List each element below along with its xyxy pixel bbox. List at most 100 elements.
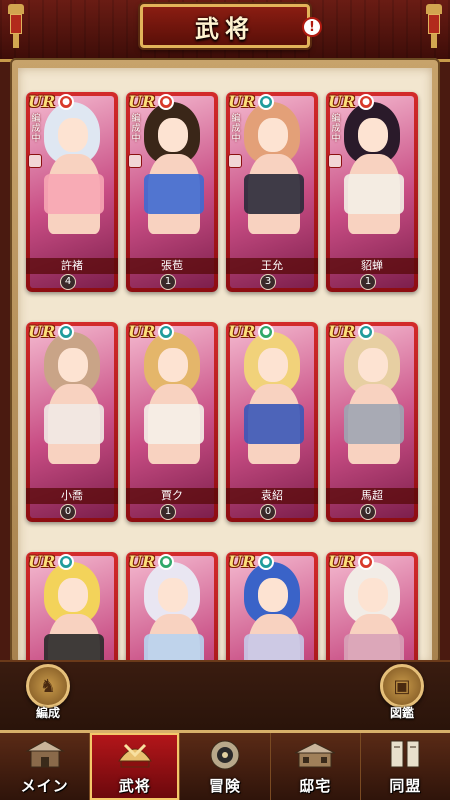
unit-type-icon: ● <box>58 94 74 110</box>
portrait-face <box>258 578 288 612</box>
general-name: 賈ク <box>126 488 218 504</box>
nav-item-mansion[interactable]: 邸宅 <box>271 733 361 800</box>
awakening-level-badge: 1 <box>360 274 376 290</box>
formation-marker-icon <box>328 154 342 168</box>
unit-type-icon: ● <box>358 554 374 570</box>
mansion-icon <box>294 742 336 768</box>
unit-type-icon: ● <box>258 324 274 340</box>
in-formation-label: 編成中 <box>331 114 341 144</box>
nav-label: 邸宅 <box>299 777 332 795</box>
portrait-face <box>358 118 388 152</box>
rarity-badge: UR <box>28 322 56 341</box>
general-name: 馬超 <box>326 488 418 504</box>
formation-button[interactable]: ♞ <box>26 664 70 708</box>
nav-item-main[interactable]: メイン <box>0 733 91 800</box>
top-bar: 武将 ! <box>0 0 450 62</box>
formation-marker-icon <box>228 154 242 168</box>
general-card[interactable]: UR ● <box>326 552 418 664</box>
portrait-outfit <box>244 174 304 214</box>
portrait-face <box>158 578 188 612</box>
general-name: 王允 <box>226 258 318 274</box>
rarity-badge: UR <box>328 92 356 111</box>
castle-gate-icon <box>24 740 65 768</box>
general-card[interactable]: UR ● 賈ク 1 <box>126 322 218 522</box>
rarity-badge: UR <box>128 92 156 111</box>
general-portrait <box>30 556 114 664</box>
horse-icon: ♞ <box>39 675 57 697</box>
general-card[interactable]: UR ● <box>26 552 118 664</box>
awakening-level-badge: 0 <box>360 504 376 520</box>
portrait-face <box>58 578 88 612</box>
nav-item-generals[interactable]: 武将 <box>90 733 181 800</box>
rarity-badge: UR <box>28 552 56 571</box>
portrait-face <box>158 348 188 382</box>
rarity-badge: UR <box>228 552 256 571</box>
general-name: 袁紹 <box>226 488 318 504</box>
unit-type-icon: ● <box>358 94 374 110</box>
portrait-outfit <box>244 404 304 444</box>
portrait-face <box>258 118 288 152</box>
portrait-face <box>358 348 388 382</box>
unit-type-icon: ● <box>158 324 174 340</box>
general-card[interactable]: UR ● 編成中 王允 3 <box>226 92 318 292</box>
rarity-badge: UR <box>228 92 256 111</box>
encyclopedia-button[interactable]: ▣ <box>380 664 424 708</box>
unit-type-icon: ● <box>258 554 274 570</box>
general-card[interactable]: UR ● 小喬 0 <box>26 322 118 522</box>
screen-title-plate: 武将 <box>140 4 310 48</box>
general-card[interactable]: UR ● <box>226 552 318 664</box>
samurai-helmet-icon <box>117 743 152 768</box>
awakening-level-badge: 1 <box>160 504 176 520</box>
lantern-decoration-icon <box>8 4 24 50</box>
portrait-face <box>58 118 88 152</box>
portrait-face <box>258 348 288 382</box>
general-card-grid: UR ● 編成中 許褚 4 UR ● 編成中 張苞 1 UR ● 編成中 王允 … <box>26 92 426 664</box>
awakening-level-badge: 3 <box>260 274 276 290</box>
unit-type-icon: ● <box>158 554 174 570</box>
portrait-outfit <box>344 404 404 444</box>
screen-title: 武将 <box>195 13 255 43</box>
general-card[interactable]: UR ● <box>126 552 218 664</box>
in-formation-label: 編成中 <box>31 114 41 144</box>
awakening-level-badge: 4 <box>60 274 76 290</box>
portrait-face <box>58 348 88 382</box>
cards-icon: ▣ <box>393 675 411 697</box>
portrait-outfit <box>144 174 204 214</box>
general-card[interactable]: UR ● 馬超 0 <box>326 322 418 522</box>
bottom-nav: メイン 武将 冒険 邸宅 同盟 <box>0 730 450 800</box>
rarity-badge: UR <box>228 322 256 341</box>
nav-item-adventure[interactable]: 冒険 <box>180 733 271 800</box>
unit-type-icon: ● <box>158 94 174 110</box>
awakening-level-badge: 0 <box>60 504 76 520</box>
rarity-badge: UR <box>128 552 156 571</box>
compass-icon <box>210 740 240 770</box>
general-portrait <box>330 556 414 664</box>
general-card[interactable]: UR ● 編成中 張苞 1 <box>126 92 218 292</box>
in-formation-label: 編成中 <box>131 114 141 144</box>
awakening-level-badge: 1 <box>160 274 176 290</box>
general-portrait <box>130 556 214 664</box>
unit-type-icon: ● <box>58 554 74 570</box>
general-card[interactable]: UR ● 袁紹 0 <box>226 322 318 522</box>
nav-item-alliance[interactable]: 同盟 <box>361 733 450 800</box>
rarity-badge: UR <box>128 322 156 341</box>
general-portrait <box>230 556 314 664</box>
info-icon[interactable]: ! <box>302 17 322 37</box>
portrait-outfit <box>44 404 104 444</box>
encyclopedia-button-label: 図鑑 <box>389 706 414 720</box>
portrait-outfit <box>344 174 404 214</box>
unit-type-icon: ● <box>358 324 374 340</box>
general-list-scroll-area[interactable]: UR ● 編成中 許褚 4 UR ● 編成中 張苞 1 UR ● 編成中 王允 … <box>18 68 432 664</box>
formation-button-label: 編成 <box>35 706 60 720</box>
portrait-face <box>358 578 388 612</box>
general-card[interactable]: UR ● 編成中 許褚 4 <box>26 92 118 292</box>
general-name: 張苞 <box>126 258 218 274</box>
lantern-decoration-icon <box>426 4 442 50</box>
rarity-badge: UR <box>328 322 356 341</box>
portrait-face <box>158 118 188 152</box>
unit-type-icon: ● <box>258 94 274 110</box>
general-name: 貂蝉 <box>326 258 418 274</box>
general-card[interactable]: UR ● 編成中 貂蝉 1 <box>326 92 418 292</box>
general-list-panel: UR ● 編成中 許褚 4 UR ● 編成中 張苞 1 UR ● 編成中 王允 … <box>10 58 440 664</box>
in-formation-label: 編成中 <box>231 114 241 144</box>
